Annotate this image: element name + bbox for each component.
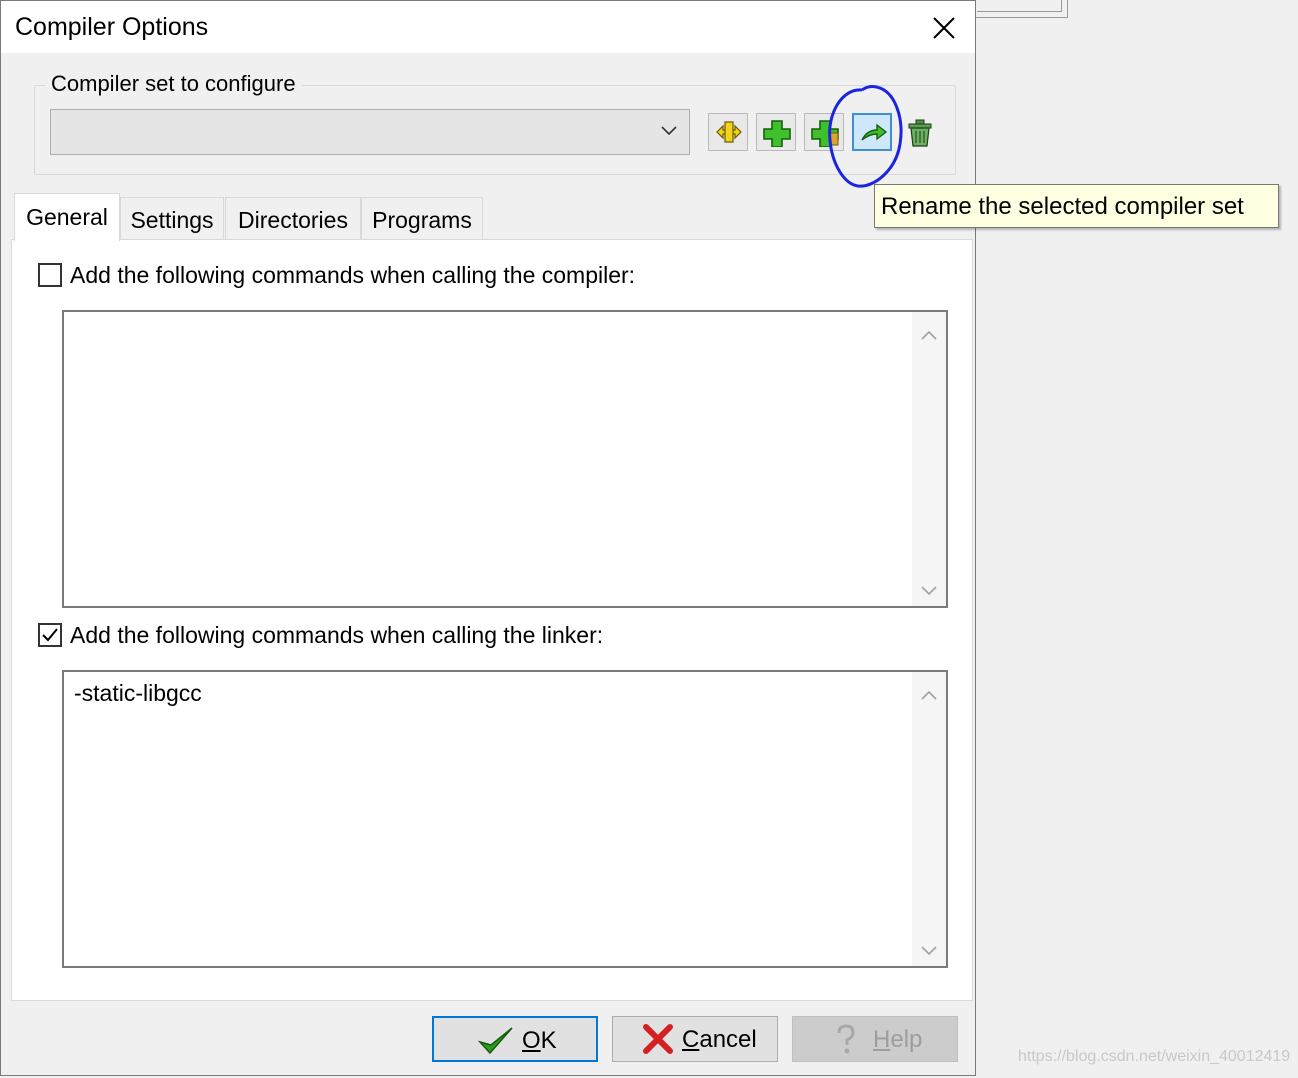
tab-programs[interactable]: Programs <box>361 197 483 239</box>
cancel-button[interactable]: Cancel <box>612 1016 778 1062</box>
checkmark-icon <box>42 628 58 642</box>
chevron-down-icon <box>661 126 677 136</box>
scroll-down-icon <box>921 946 937 956</box>
linker-commands-label: Add the following commands when calling … <box>70 622 604 648</box>
rename-compiler-set-button[interactable] <box>852 113 892 151</box>
linker-commands-scrollbar[interactable] <box>912 672 946 966</box>
scroll-up-icon <box>921 330 937 340</box>
title-bar: Compiler Options <box>1 1 975 53</box>
compiler-commands-textarea[interactable] <box>62 310 948 608</box>
scroll-down-icon <box>921 586 937 596</box>
ok-button[interactable]: OK <box>432 1016 598 1062</box>
tab-settings[interactable]: Settings <box>120 197 224 239</box>
delete-compiler-set-button[interactable] <box>900 113 940 151</box>
add-blank-compiler-set-icon <box>763 120 791 147</box>
help-question-icon <box>837 1024 855 1054</box>
close-icon <box>933 17 955 39</box>
rename-tooltip: Rename the selected compiler set <box>874 184 1279 228</box>
find-compiler-sets-button[interactable] <box>708 113 748 151</box>
linker-commands-checkbox[interactable] <box>38 623 62 647</box>
linker-commands-text: -static-libgcc <box>74 680 202 706</box>
compiler-commands-checkbox[interactable] <box>38 263 62 287</box>
close-button[interactable] <box>921 9 967 47</box>
help-label: Help <box>873 1026 923 1053</box>
rename-compiler-set-icon <box>861 123 888 141</box>
dialog-title: Compiler Options <box>15 13 209 41</box>
compiler-options-dialog: Compiler Options Compiler set to configu… <box>0 0 976 1076</box>
compiler-set-group-label: Compiler set to configure <box>45 71 302 97</box>
find-compiler-set-icon <box>716 121 742 143</box>
checkmark-ok-icon <box>478 1027 513 1055</box>
add-blank-compiler-set-button[interactable] <box>756 113 796 151</box>
help-button[interactable]: Help <box>792 1016 958 1062</box>
add-compiler-set-folder-button[interactable] <box>804 113 844 151</box>
tab-general[interactable]: General <box>14 193 120 241</box>
scroll-up-icon <box>921 690 937 700</box>
add-compiler-set-folder-icon <box>811 120 839 147</box>
compiler-commands-scrollbar[interactable] <box>912 312 946 606</box>
red-x-icon <box>643 1024 673 1054</box>
cancel-label: Cancel <box>682 1026 757 1053</box>
tab-directories[interactable]: Directories <box>225 197 361 239</box>
compiler-commands-label: Add the following commands when calling … <box>70 262 636 288</box>
linker-commands-textarea[interactable]: -static-libgcc <box>62 670 948 968</box>
ok-label: OK <box>522 1027 557 1054</box>
delete-compiler-set-icon <box>908 119 932 147</box>
compiler-set-dropdown[interactable] <box>50 109 690 155</box>
watermark: https://blog.csdn.net/weixin_40012419 <box>1018 1048 1291 1065</box>
